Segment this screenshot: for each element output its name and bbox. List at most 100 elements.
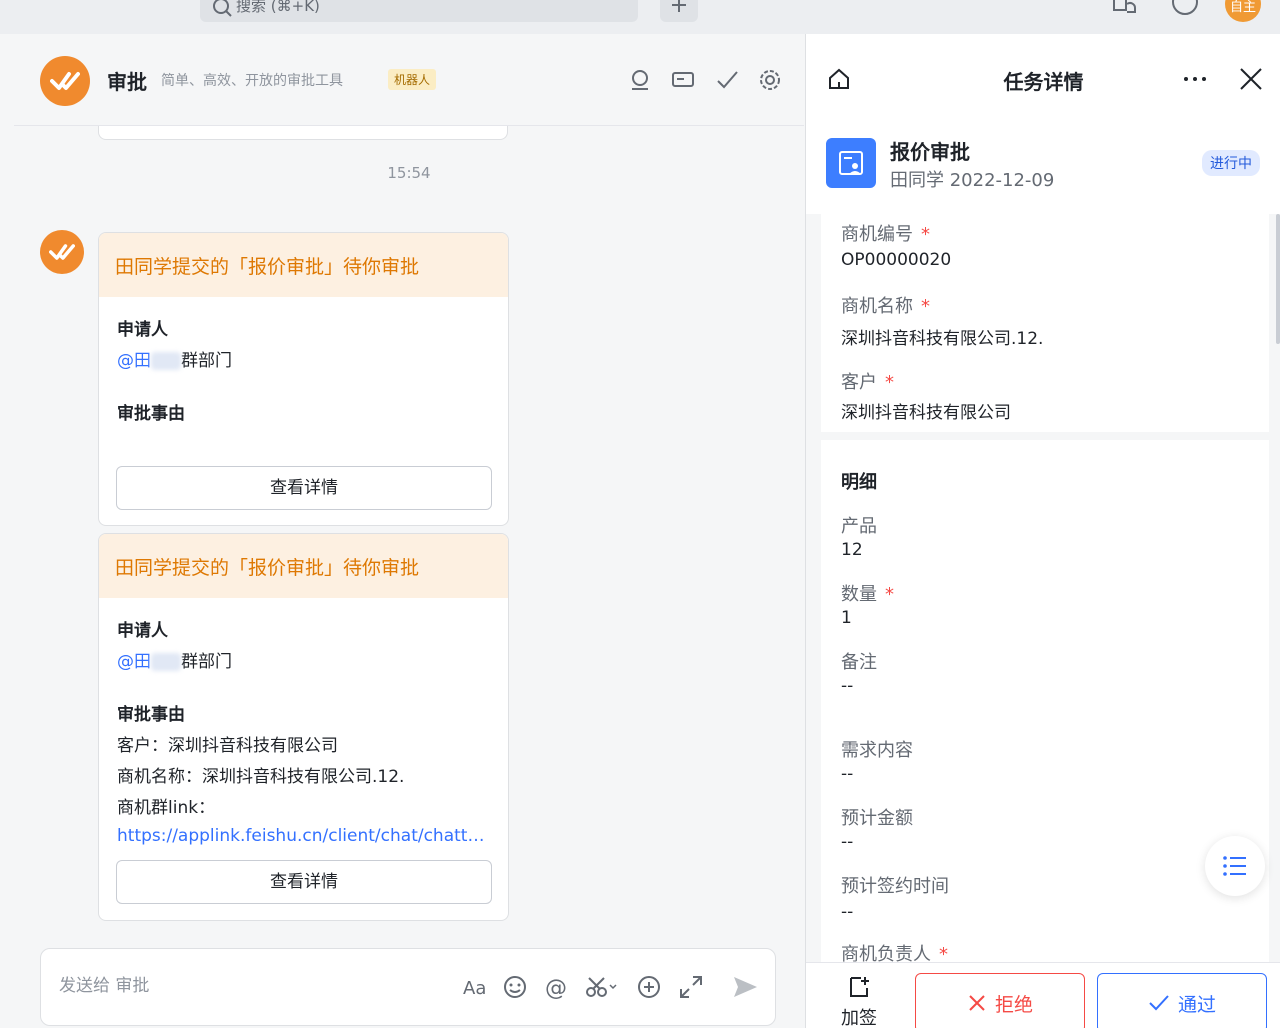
- message-composer: Aa @: [40, 948, 776, 1026]
- top-bar: 搜索 (⌘+K) 自主: [0, 0, 1280, 34]
- field-value: 深圳抖音科技有限公司: [841, 403, 1011, 423]
- field-value: --: [841, 832, 854, 852]
- applicant-label: 申请人: [117, 621, 168, 641]
- mention-dept: 群部门: [181, 652, 232, 672]
- chat-header: 审批 简单、高效、开放的审批工具 机器人: [14, 34, 804, 126]
- panel-title: 任务详情: [1003, 70, 1084, 94]
- field-value: 12: [841, 540, 863, 560]
- required-mark: *: [885, 584, 894, 605]
- chat-link[interactable]: https://applink.feishu.cn/client/chat/ch…: [117, 826, 492, 846]
- add-signer-button[interactable]: 加签: [832, 975, 886, 1028]
- search-icon: [212, 0, 232, 21]
- field-label: 商机编号 *: [841, 224, 930, 245]
- svg-text:Aa: Aa: [463, 978, 486, 999]
- field-label: 备注: [841, 652, 877, 673]
- screenshot-scissors-icon[interactable]: [584, 973, 620, 1001]
- create-button[interactable]: [660, 0, 698, 22]
- detail-section: 明细 产品 12 数量 * 1 备注 -- 需求内容 -- 预计金额 -- 预计签…: [821, 440, 1269, 965]
- bot-description: 简单、高效、开放的审批工具: [161, 73, 343, 89]
- field-label: 客户 *: [841, 372, 894, 393]
- mention-at-icon[interactable]: @: [542, 973, 570, 1001]
- view-details-button[interactable]: 查看详情: [116, 860, 492, 904]
- expand-icon[interactable]: [677, 973, 705, 1001]
- approve-check-icon: [1149, 995, 1169, 1011]
- approve-label: 通过: [1177, 993, 1216, 1016]
- add-signer-label: 加签: [841, 1008, 877, 1028]
- reject-x-icon: [969, 995, 985, 1011]
- field-label: 预计金额: [841, 808, 913, 829]
- reason-customer: 客户：深圳抖音科技有限公司: [117, 736, 338, 756]
- reject-label: 拒绝: [994, 993, 1033, 1016]
- panel-scrollbar[interactable]: [1276, 214, 1280, 344]
- field-value: --: [841, 676, 854, 696]
- status-badge: 进行中: [1202, 150, 1260, 176]
- applicant-mention[interactable]: @田 群部门: [117, 647, 490, 672]
- user-avatar[interactable]: 自主: [1225, 0, 1261, 22]
- forms-icon[interactable]: [671, 68, 695, 92]
- detail-title: 明细: [841, 472, 877, 493]
- approve-button[interactable]: 通过: [1097, 973, 1267, 1028]
- required-mark: *: [921, 296, 930, 317]
- task-title: 报价审批: [890, 140, 970, 164]
- required-mark: *: [885, 372, 894, 393]
- add-signer-icon: [850, 977, 869, 997]
- task-detail-panel: 任务详情 报价审批 田同学 2022-12-09 进行中 商机编号 * OP000…: [805, 34, 1280, 1028]
- basic-info-section: 商机编号 * OP00000020 商机名称 * 深圳抖音科技有限公司.12. 客户…: [821, 214, 1269, 432]
- approval-card: 田同学提交的「报价审批」待你审批 申请人 @田 群部门 审批事由 客户：深圳抖音科…: [98, 533, 509, 921]
- action-footer: 加签 拒绝 通过: [806, 962, 1280, 1028]
- mention-name: @田: [117, 652, 151, 672]
- approval-check-icon[interactable]: [715, 68, 739, 92]
- task-subtitle: 田同学 2022-12-09: [890, 170, 1055, 191]
- reason-label: 审批事由: [117, 705, 185, 725]
- message-timestamp: 15:54: [387, 164, 431, 182]
- search-chat-icon[interactable]: [628, 68, 652, 92]
- global-search[interactable]: 搜索 (⌘+K): [200, 0, 638, 22]
- reason-link-label: 商机群link：: [117, 798, 216, 818]
- more-options-icon[interactable]: [1182, 66, 1208, 92]
- bot-avatar[interactable]: [40, 230, 84, 274]
- card-title: 田同学提交的「报价审批」待你审批: [99, 233, 508, 297]
- reject-button[interactable]: 拒绝: [915, 973, 1085, 1028]
- add-more-icon[interactable]: [635, 973, 663, 1001]
- emoji-icon[interactable]: [501, 973, 529, 1001]
- field-label: 产品: [841, 516, 877, 537]
- help-icon[interactable]: [1172, 0, 1198, 18]
- applicant-label: 申请人: [117, 320, 168, 340]
- field-value: --: [841, 902, 854, 922]
- approval-card: 田同学提交的「报价审批」待你审批 申请人 @田 群部门 审批事由 查看详情: [98, 232, 509, 526]
- field-label: 数量 *: [841, 584, 894, 605]
- settings-gear-icon[interactable]: [758, 68, 782, 92]
- task-header: 报价审批 田同学 2022-12-09 进行中: [806, 122, 1280, 214]
- field-value: 1: [841, 608, 852, 628]
- bot-tag: 机器人: [388, 69, 437, 90]
- bot-name: 审批: [107, 70, 147, 94]
- text-format-icon[interactable]: Aa: [461, 973, 489, 1001]
- field-label: 需求内容: [841, 740, 913, 761]
- close-icon[interactable]: [1238, 66, 1264, 92]
- field-value: 深圳抖音科技有限公司.12.: [841, 329, 1044, 349]
- card-title: 田同学提交的「报价审批」待你审批: [99, 534, 508, 598]
- mention-dept: 群部门: [181, 351, 232, 371]
- approval-bot-logo[interactable]: [40, 56, 90, 106]
- message-input[interactable]: [59, 971, 439, 1001]
- field-value: --: [841, 764, 854, 784]
- applicant-mention[interactable]: @田 群部门: [117, 346, 490, 371]
- panel-header: 任务详情: [806, 34, 1280, 122]
- blurred-name: [151, 352, 181, 370]
- previous-card: [98, 126, 508, 140]
- send-icon[interactable]: [731, 973, 759, 1001]
- svg-text:@: @: [545, 976, 567, 1001]
- view-details-button[interactable]: 查看详情: [116, 466, 492, 510]
- field-label: 预计签约时间: [841, 876, 949, 897]
- chat-area: 审批 简单、高效、开放的审批工具 机器人 15:54 田同学提交的「报价审批」待…: [14, 34, 804, 1028]
- field-label: 商机名称 *: [841, 296, 930, 317]
- field-value: OP00000020: [841, 250, 952, 270]
- required-mark: *: [921, 224, 930, 245]
- search-placeholder: 搜索 (⌘+K): [236, 0, 320, 15]
- mention-name: @田: [117, 351, 151, 371]
- reason-label: 审批事由: [117, 404, 185, 424]
- blurred-name: [151, 653, 181, 671]
- reason-opportunity: 商机名称：深圳抖音科技有限公司.12.: [117, 767, 405, 787]
- notification-icon[interactable]: [1112, 0, 1138, 18]
- outline-list-button[interactable]: [1205, 836, 1265, 896]
